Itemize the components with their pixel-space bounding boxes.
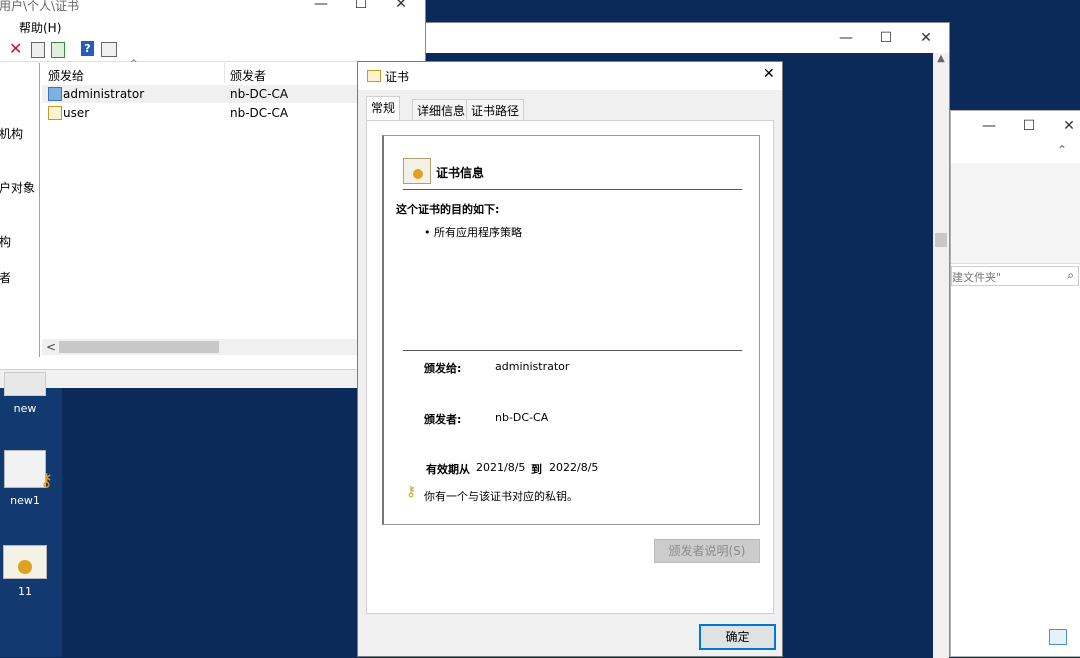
certificate-icon [48,106,62,120]
explorer-window[interactable]: — ☐ ✕ ⌃ 建文件夹" ⌕ [950,110,1080,657]
ribbon-area [951,163,1080,264]
letter-key-icon: ⚷ [4,450,53,491]
issued-to-label: 颁发给: [424,362,462,375]
ribbon-collapse-icon[interactable]: ⌃ [1057,143,1067,157]
tab-details[interactable]: 详细信息 [412,99,471,121]
cell-issued-to: administrator [63,87,145,101]
certificate-icon [3,545,47,579]
view-icon[interactable] [101,42,117,57]
valid-to-label: 到 [531,463,542,476]
certificate-info-heading: 证书信息 [436,166,485,180]
desktop-icon-new[interactable]: new [0,372,55,415]
column-header-issued-to[interactable]: 颁发给 ^ [42,59,225,83]
scroll-up-arrow-icon[interactable]: ▲ [933,53,949,64]
export-icon[interactable] [51,42,65,58]
private-key-note: 你有一个与该证书对应的私钥。 [424,490,578,503]
close-button[interactable]: ✕ [906,23,946,53]
search-input[interactable]: 建文件夹" [952,269,1001,285]
tree-item[interactable]: 构 [0,233,11,250]
button-label: 确定 [725,630,750,644]
tab-general[interactable]: 常规 [366,96,401,121]
close-button[interactable]: ✕ [763,66,775,82]
menu-bar: 帮助(H) [0,17,425,39]
tree-item[interactable]: 者 [0,269,11,286]
search-icon[interactable]: ⌕ [1067,268,1074,283]
details-divider [403,350,742,351]
maximize-button[interactable]: ☐ [866,23,906,53]
desktop-icon-new1[interactable]: ⚷ new1 [0,450,55,507]
properties-icon[interactable] [31,42,45,58]
tab-label: 常规 [371,101,396,115]
menu-item-help[interactable]: 帮助(H) [19,19,61,36]
scroll-left-arrow-icon[interactable]: < [46,340,56,354]
ok-button[interactable]: 确定 [699,624,776,650]
key-icon: ⚷ [406,484,417,500]
tree-item[interactable]: 机构 [0,125,23,142]
desktop-icon-label: 11 [18,585,32,598]
details-view-icon[interactable] [1049,629,1067,645]
purpose-title: 这个证书的目的如下: [396,203,500,216]
valid-from-value: 2021/8/5 [476,461,526,474]
certificate-icon [367,70,381,82]
tab-page: 证书信息 这个证书的目的如下: • 所有应用程序策略 颁发给: administ… [366,120,774,614]
large-icons-view-icon[interactable] [1071,629,1080,645]
issued-to-value: administrator [495,360,570,373]
desktop-icon-label: new1 [10,494,40,507]
issued-by-label: 颁发者: [424,413,462,426]
valid-to-value: 2022/8/5 [549,461,599,474]
certificate-dialog[interactable]: 证书 ✕ 常规 详细信息 证书路径 证书信息 这个证书的目的如下: • 所有应用… [357,61,783,657]
key-icon: ⚷ [39,470,53,491]
desktop-icon-11[interactable]: 11 [0,545,55,598]
minimize-button[interactable]: — [969,111,1009,141]
scroll-thumb[interactable] [935,233,947,247]
cell-issued-to: user [63,106,90,120]
column-header-label: 颁发给 [48,69,85,83]
purpose-item: • 所有应用程序策略 [424,226,522,239]
horizontal-scrollbar[interactable]: < [42,339,362,355]
desktop-left-strip [0,380,62,657]
seal-icon [413,169,423,179]
tab-label: 证书路径 [471,104,520,118]
issuer-statement-button[interactable]: 颁发者说明(S) [654,539,760,563]
certificate-info-icon [403,158,431,184]
certificate-key-icon [4,372,46,396]
tab-label: 详细信息 [417,104,466,118]
tree-item[interactable]: 户对象 [0,179,35,196]
sort-ascending-icon: ^ [130,59,138,69]
cell-issued-by: nb-DC-CA [230,87,289,101]
column-header-label: 颁发者 [230,69,267,83]
minimize-button[interactable]: — [826,23,866,53]
scroll-thumb[interactable] [59,341,219,353]
seal-icon [18,560,32,574]
help-icon[interactable]: ? [81,41,94,56]
dialog-titlebar: 证书 ✕ [358,62,782,90]
certificate-info-panel: 证书信息 这个证书的目的如下: • 所有应用程序策略 颁发给: administ… [382,135,760,525]
tree-pane: 机构 户对象 构 者 [0,63,40,357]
header-divider [403,189,742,190]
maximize-button[interactable]: ☐ [1009,111,1049,141]
issued-by-value: nb-DC-CA [495,411,549,424]
valid-from-label: 有效期从 [426,463,470,476]
mmc-title: 用户\个人\证书 [0,0,80,13]
toolbar: ✕ ? [0,39,425,62]
close-button[interactable]: ✕ [1049,111,1080,141]
search-box[interactable]: 建文件夹" ⌕ [951,266,1079,286]
tab-certification-path[interactable]: 证书路径 [466,99,525,121]
cell-issued-by: nb-DC-CA [230,106,289,120]
certificate-icon [48,87,62,101]
button-label: 颁发者说明(S) [668,544,746,558]
desktop-icon-label: new [13,402,37,415]
delete-icon[interactable]: ✕ [9,39,22,58]
dialog-title: 证书 [385,70,410,84]
vertical-scrollbar[interactable]: ▲ [933,53,949,658]
